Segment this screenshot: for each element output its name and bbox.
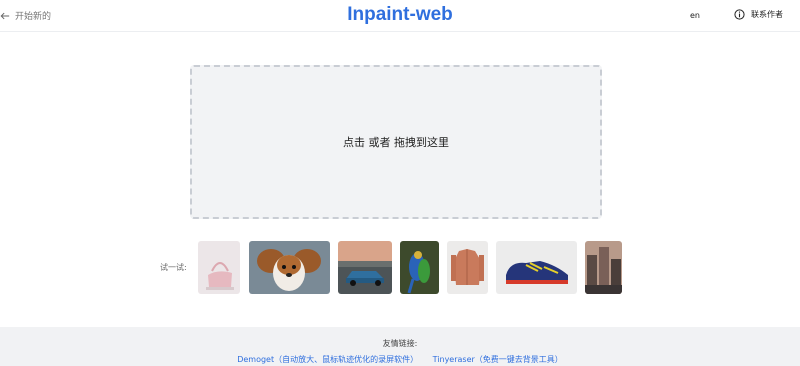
handbag-image <box>198 241 240 294</box>
footer: 友情链接: Demoget（自动放大、鼠标轨迹优化的录屏软件） Tinyeras… <box>0 327 800 366</box>
example-thumb-handbag[interactable] <box>198 241 240 294</box>
city-image <box>585 241 622 294</box>
sneaker-image <box>496 241 577 294</box>
example-thumb-car[interactable] <box>338 241 392 294</box>
jacket-image <box>447 241 488 294</box>
upload-dropzone[interactable]: 点击 或者 拖拽到这里 <box>190 65 602 219</box>
language-toggle[interactable]: en <box>690 11 700 20</box>
parrot-image <box>400 241 439 294</box>
example-thumb-city[interactable] <box>585 241 622 294</box>
example-thumb-parrot[interactable] <box>400 241 439 294</box>
app-title: Inpaint-web <box>347 4 453 25</box>
contact-author-label: 联系作者 <box>751 10 783 19</box>
friend-links: Demoget（自动放大、鼠标轨迹优化的录屏软件） Tinyeraser（免费一… <box>0 354 800 365</box>
example-thumb-sneaker[interactable] <box>496 241 577 294</box>
footer-link-tinyeraser[interactable]: Tinyeraser（免费一键去背景工具） <box>433 355 563 364</box>
friend-links-title: 友情链接: <box>382 339 418 348</box>
car-image <box>338 241 392 294</box>
contact-author-button[interactable]: 联系作者 <box>734 9 783 20</box>
example-thumb-jacket[interactable] <box>447 241 488 294</box>
try-examples-label: 试一试: <box>160 263 187 272</box>
example-thumb-dog[interactable] <box>249 241 330 294</box>
dog-image <box>249 241 330 294</box>
footer-link-demoget[interactable]: Demoget（自动放大、鼠标轨迹优化的录屏软件） <box>237 355 418 364</box>
upload-prompt: 点击 或者 拖拽到这里 <box>343 136 449 149</box>
info-icon <box>734 9 745 20</box>
app-header: 开始新的 Inpaint-web en 联系作者 <box>0 0 800 32</box>
